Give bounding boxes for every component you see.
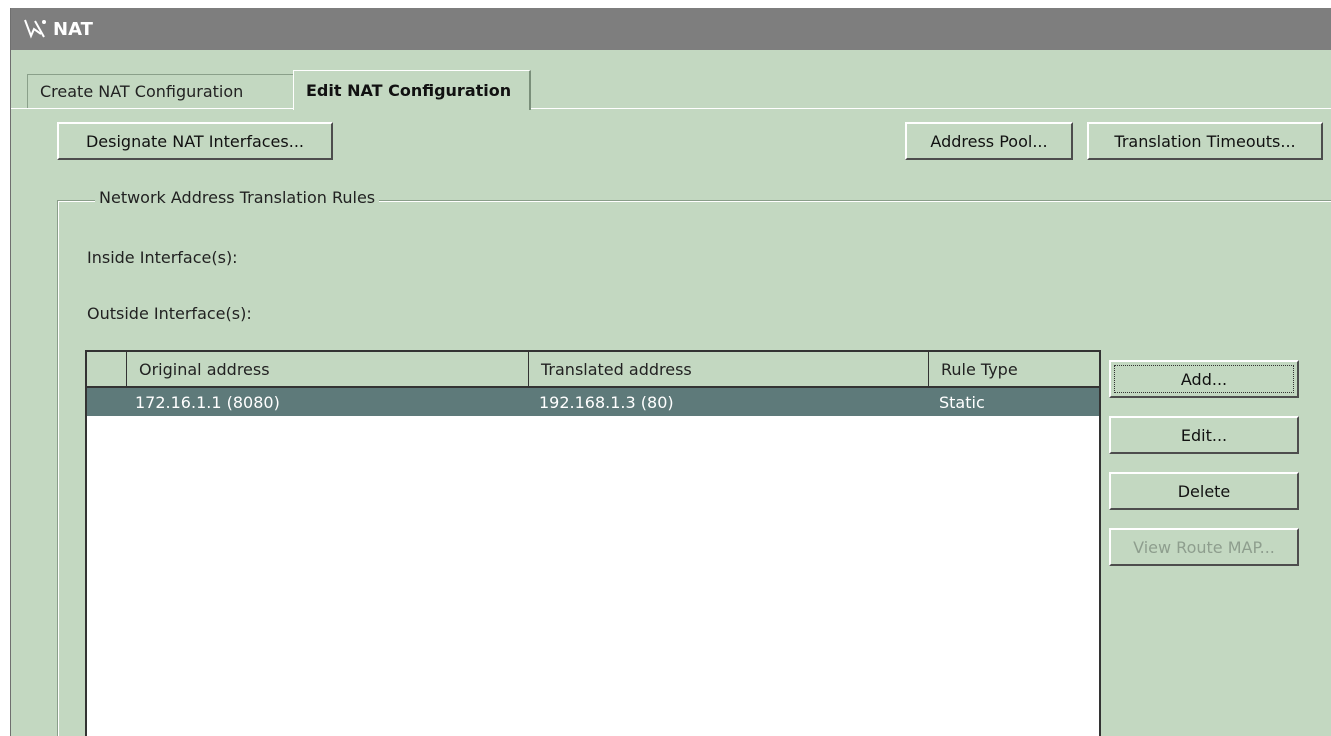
- designate-nat-interfaces-button[interactable]: Designate NAT Interfaces...: [57, 122, 333, 160]
- button-label: View Route MAP...: [1133, 537, 1275, 557]
- window-title: NAT: [53, 18, 93, 40]
- outside-interfaces-label: Outside Interface(s):: [87, 304, 252, 323]
- tab-create-nat-configuration[interactable]: Create NAT Configuration: [27, 74, 295, 108]
- cell-rule-type: Static: [939, 392, 985, 412]
- title-bar: NAT: [11, 8, 1331, 50]
- inside-interfaces-label: Inside Interface(s):: [87, 248, 238, 267]
- tab-label: Create NAT Configuration: [40, 82, 244, 101]
- nat-wand-icon: [21, 15, 49, 43]
- column-header-marker: [87, 352, 127, 386]
- cell-original-address: 172.16.1.1 (8080): [135, 392, 280, 412]
- column-header-translated-address[interactable]: Translated address: [529, 352, 929, 386]
- button-label: Delete: [1177, 481, 1231, 501]
- tab-label: Edit NAT Configuration: [306, 81, 512, 100]
- view-route-map-button[interactable]: View Route MAP...: [1109, 528, 1299, 566]
- table-row[interactable]: 172.16.1.1 (8080) 192.168.1.3 (80) Stati…: [87, 388, 1099, 416]
- tab-edit-nat-configuration[interactable]: Edit NAT Configuration: [293, 70, 531, 110]
- button-label: Add...: [1114, 365, 1294, 393]
- table-header: Original address Translated address Rule…: [87, 352, 1099, 388]
- cell-translated-address: 192.168.1.3 (80): [539, 392, 674, 412]
- nat-rules-group-title: Network Address Translation Rules: [95, 188, 380, 207]
- edit-rule-button[interactable]: Edit...: [1109, 416, 1299, 454]
- column-header-rule-type[interactable]: Rule Type: [929, 352, 1099, 386]
- address-pool-button[interactable]: Address Pool...: [905, 122, 1073, 160]
- button-label: Edit...: [1180, 425, 1228, 445]
- add-rule-button[interactable]: Add...: [1109, 360, 1299, 398]
- button-label: Designate NAT Interfaces...: [85, 131, 304, 151]
- translation-timeouts-button[interactable]: Translation Timeouts...: [1087, 122, 1323, 160]
- tab-divider: [11, 108, 1331, 109]
- tab-bar: Create NAT Configuration Edit NAT Config…: [11, 50, 1331, 110]
- nat-window: NAT Create NAT Configuration Edit NAT Co…: [10, 8, 1331, 736]
- column-header-original-address[interactable]: Original address: [127, 352, 529, 386]
- button-label: Address Pool...: [930, 131, 1048, 151]
- button-label: Translation Timeouts...: [1114, 131, 1296, 151]
- nat-rules-table[interactable]: Original address Translated address Rule…: [85, 350, 1101, 736]
- delete-rule-button[interactable]: Delete: [1109, 472, 1299, 510]
